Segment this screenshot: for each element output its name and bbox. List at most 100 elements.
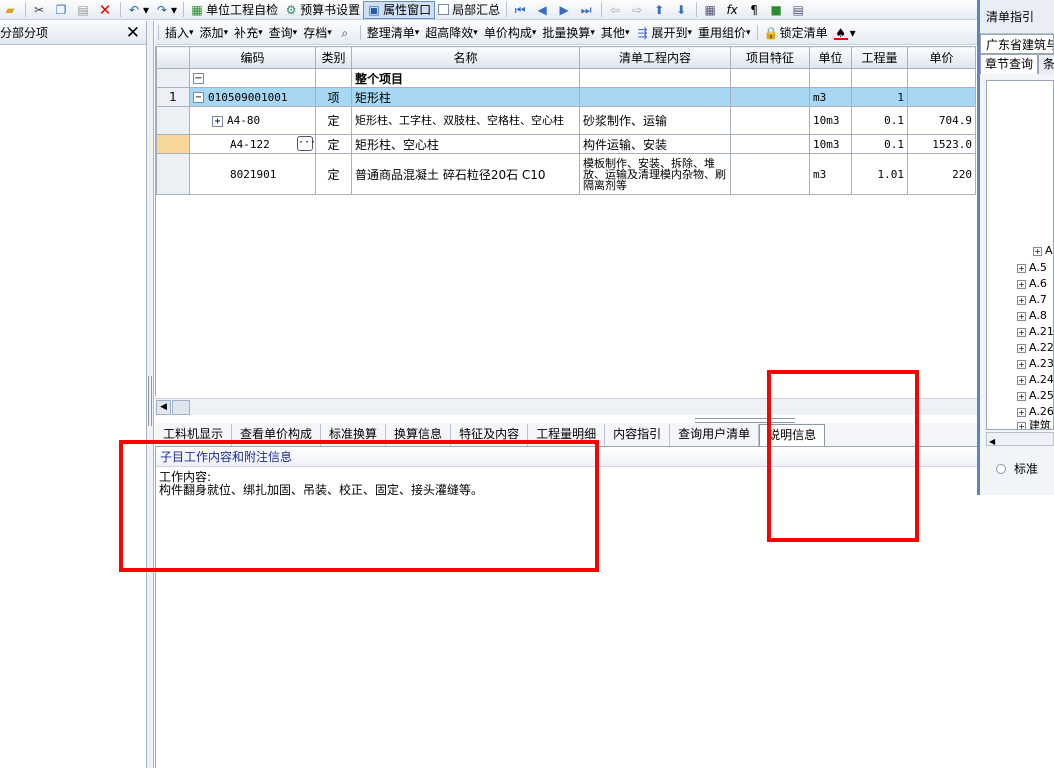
unit-price-menu[interactable]: 单价构成 <box>481 24 540 42</box>
quantity-cell[interactable]: 1 <box>851 87 908 107</box>
tab-conversion-info[interactable]: 换算信息 <box>386 424 452 446</box>
add-menu[interactable]: 添加 <box>197 24 232 42</box>
tree-node[interactable]: + A.6 <box>1017 277 1047 291</box>
price-cell[interactable] <box>907 87 976 107</box>
col-header-feature[interactable]: 项目特征 <box>730 46 810 69</box>
table-row[interactable]: − 整个项目 <box>156 68 976 88</box>
tree-node[interactable]: + A.26 <box>1017 405 1053 419</box>
table-row[interactable]: + A4-80 定 矩形柱、工字柱、双肢柱、空格柱、空心柱 砂浆制作、运输 10m… <box>156 106 976 135</box>
tab-standard-conversion[interactable]: 标准换算 <box>321 424 387 446</box>
cube-button[interactable]: ■ <box>766 1 788 19</box>
first-button[interactable]: ⏮ <box>510 1 532 19</box>
batch-convert-menu[interactable]: 批量换算 <box>539 24 598 42</box>
insert-menu[interactable]: 插入 <box>162 24 197 42</box>
tree-node[interactable]: + A.5 <box>1017 261 1047 275</box>
row-header[interactable] <box>156 134 190 154</box>
content-cell[interactable]: 构件运输、安装 <box>579 134 731 154</box>
quantity-cell[interactable]: 0.1 <box>851 134 908 154</box>
self-check-button[interactable]: ▦ 单位工程自检 <box>187 1 281 19</box>
expand-icon[interactable]: + <box>1017 327 1026 337</box>
code-cell[interactable]: − <box>189 68 316 88</box>
expand-icon[interactable]: + <box>1017 407 1026 417</box>
col-header-name[interactable]: 名称 <box>351 46 580 69</box>
organize-list-menu[interactable]: 整理清单 <box>364 24 423 42</box>
paste-button[interactable]: ▤ <box>73 1 95 19</box>
last-button[interactable]: ⏭ <box>576 1 598 19</box>
scroll-left-icon[interactable]: ◀ <box>987 437 995 446</box>
tree-node[interactable]: + A.23 <box>1017 357 1053 371</box>
find-button[interactable]: ⌕ <box>335 24 357 42</box>
move-left-button[interactable]: ⇦ <box>605 1 627 19</box>
feature-cell[interactable] <box>730 87 810 107</box>
tab-content-guide[interactable]: 内容指引 <box>605 424 671 446</box>
horizontal-scrollbar[interactable]: ◀ <box>155 398 977 415</box>
list-guide-tab[interactable]: 清单指引 <box>980 0 1054 34</box>
unit-cell[interactable] <box>809 68 852 88</box>
scroll-left-icon[interactable]: ◀ <box>156 400 171 415</box>
report-button[interactable]: ▤ <box>788 1 810 19</box>
province-select[interactable]: 广东省建筑与 <box>980 34 1054 54</box>
row-header[interactable] <box>156 153 190 195</box>
expand-icon[interactable]: + <box>1017 391 1026 401</box>
col-header-type[interactable]: 类别 <box>315 46 352 69</box>
tree-node[interactable]: + A.21 <box>1017 325 1053 339</box>
col-header-quantity[interactable]: 工程量 <box>851 46 908 69</box>
cut-button[interactable]: ✂ <box>29 1 51 19</box>
price-cell[interactable]: 704.9 <box>907 106 976 135</box>
tree-node[interactable]: + A.24 <box>1017 373 1053 387</box>
archive-menu[interactable]: 存档 <box>300 24 335 42</box>
splitter-grip[interactable] <box>148 376 152 426</box>
tab-material-display[interactable]: 工料机显示 <box>155 424 233 446</box>
partial-summary-checkbox[interactable] <box>438 4 450 15</box>
lock-list-button[interactable]: 🔒 锁定清单 <box>761 24 831 42</box>
supplement-menu[interactable]: 补充 <box>231 24 266 42</box>
type-cell[interactable]: 定 <box>315 153 352 195</box>
scroll-thumb[interactable] <box>172 400 190 415</box>
tab-user-list-query[interactable]: 查询用户清单 <box>670 424 760 446</box>
move-down-button[interactable]: ⬇ <box>671 1 693 19</box>
tree-node[interactable]: + A <box>1033 244 1053 258</box>
vertical-splitter[interactable] <box>147 21 154 768</box>
unit-cell[interactable]: m3 <box>809 87 852 107</box>
corner-cell[interactable] <box>156 46 190 69</box>
partial-summary-toggle[interactable]: 局部汇总 <box>435 1 503 19</box>
code-cell[interactable]: A4-122 ··· <box>189 134 316 154</box>
tab-features-content[interactable]: 特征及内容 <box>451 424 529 446</box>
tab-clause-query[interactable]: 条 <box>1038 54 1054 74</box>
name-cell[interactable]: 矩形柱、空心柱 <box>351 134 580 154</box>
content-cell[interactable]: 砂浆制作、运输 <box>579 106 731 135</box>
type-cell[interactable]: 定 <box>315 134 352 154</box>
name-cell[interactable]: 矩形柱 <box>351 87 580 107</box>
delete-button[interactable]: ✕ <box>95 1 117 19</box>
feature-cell[interactable] <box>730 68 810 88</box>
tab-chapter-query[interactable]: 章节查询 <box>980 54 1039 74</box>
horizontal-splitter-grip[interactable] <box>695 418 795 423</box>
standard-radio[interactable]: 标准 <box>996 460 1038 477</box>
reuse-price-menu[interactable]: 重用组价 <box>695 24 754 42</box>
tree-node[interactable]: + A.22 <box>1017 341 1053 355</box>
expand-to-menu[interactable]: ⇶ 展开到 <box>632 24 695 42</box>
tree-node[interactable]: + A.7 <box>1017 293 1047 307</box>
code-cell[interactable]: −010509001001 <box>189 87 316 107</box>
row-header[interactable] <box>156 106 190 135</box>
expand-icon[interactable]: + <box>1017 375 1026 385</box>
quantity-cell[interactable] <box>851 68 908 88</box>
move-up-button[interactable]: ⬆ <box>649 1 671 19</box>
height-reduction-menu[interactable]: 超高降效 <box>422 24 481 42</box>
tree-node[interactable]: + 建筑 <box>1017 419 1051 429</box>
more-icon[interactable]: ··· <box>297 136 315 151</box>
col-header-code[interactable]: 编码 <box>189 46 316 69</box>
expand-icon[interactable]: + <box>212 115 223 127</box>
table-row[interactable]: 1 −010509001001 项 矩形柱 m3 1 <box>156 87 976 107</box>
open-button[interactable]: ▰ <box>0 1 22 19</box>
type-cell[interactable]: 项 <box>315 87 352 107</box>
budget-settings-button[interactable]: ⚙ 预算书设置 <box>281 1 363 19</box>
tab-description-info[interactable]: 说明信息 <box>759 424 826 446</box>
feature-cell[interactable] <box>730 106 810 135</box>
content-cell[interactable] <box>579 68 731 88</box>
code-cell[interactable]: 8021901 <box>189 153 316 195</box>
expand-icon[interactable]: + <box>1017 295 1026 305</box>
expand-icon[interactable]: + <box>1017 343 1026 353</box>
expand-icon[interactable]: + <box>1017 421 1026 429</box>
unit-cell[interactable]: 10m3 <box>809 106 852 135</box>
